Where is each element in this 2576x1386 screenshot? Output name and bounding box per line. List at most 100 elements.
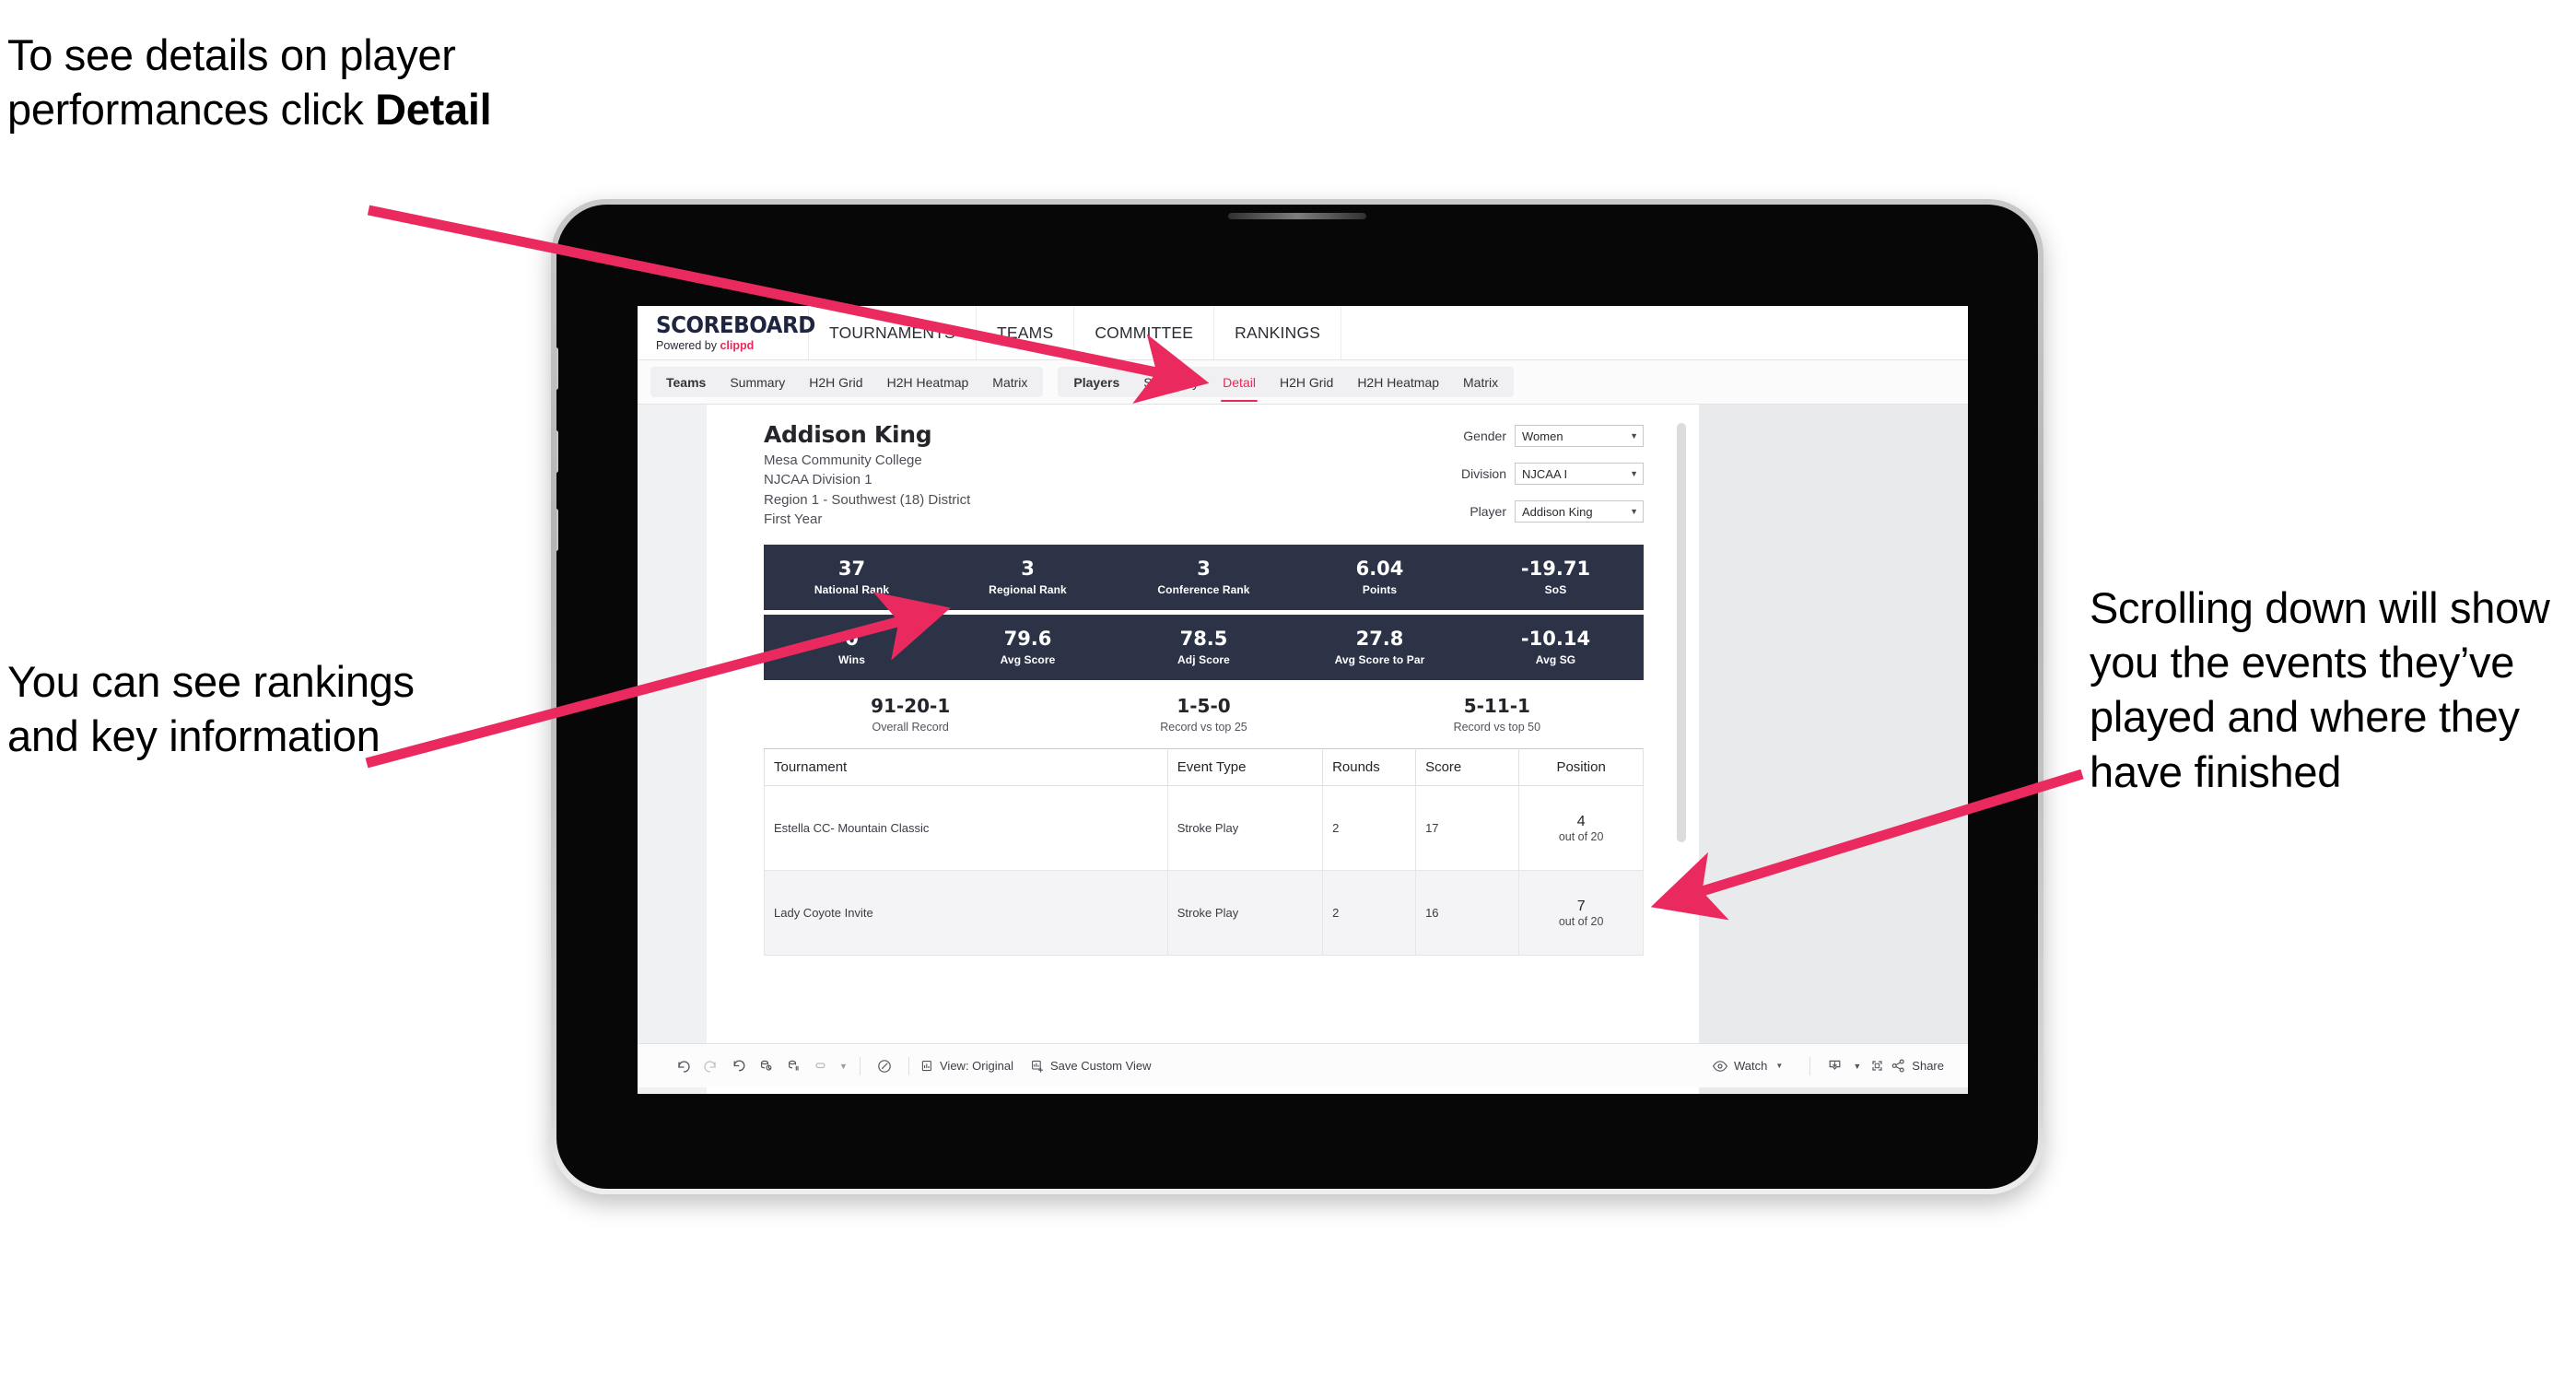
download-dropdown-caret-icon[interactable]: ▼ <box>1848 1054 1863 1078</box>
refresh-data-icon[interactable] <box>752 1054 779 1078</box>
column-header-position[interactable]: Position <box>1518 748 1644 786</box>
record-value: 91-20-1 <box>871 695 951 717</box>
dashboard-canvas: Addison King Mesa Community College NJCA… <box>638 405 1968 1094</box>
stat-points: 6.04 Points <box>1292 558 1468 596</box>
tablet-camera-speaker <box>1228 213 1366 219</box>
stat-wins: 0 Wins <box>764 628 940 666</box>
record-vs-top-50: 5-11-1 Record vs top 50 <box>1351 695 1644 734</box>
chevron-down-icon: ▼ <box>1630 506 1638 516</box>
share-dropdown-caret-icon[interactable]: ▼ <box>835 1054 849 1078</box>
undo-icon[interactable] <box>669 1054 697 1078</box>
stat-value: 0 <box>845 627 859 650</box>
tablet-side-button <box>556 509 558 551</box>
nav-item-tournaments[interactable]: TOURNAMENTS <box>809 306 978 359</box>
tab-players-h2h-grid[interactable]: H2H Grid <box>1268 367 1345 397</box>
teams-tab-group: Teams Summary H2H Grid H2H Heatmap Matri… <box>650 367 1044 397</box>
stat-label: SoS <box>1544 583 1567 597</box>
tab-teams-summary[interactable]: Summary <box>718 367 797 397</box>
player-region: Region 1 - Southwest (18) District <box>764 491 971 508</box>
toolbar-divider <box>860 1056 861 1075</box>
tab-teams-h2h-heatmap[interactable]: H2H Heatmap <box>875 367 981 397</box>
watch-label: Watch <box>1734 1059 1768 1073</box>
table-row[interactable]: Lady Coyote Invite Stroke Play 2 16 7 ou… <box>764 870 1644 956</box>
cell-rounds: 2 <box>1322 870 1417 956</box>
record-label: Overall Record <box>872 721 949 734</box>
column-header-rounds[interactable]: Rounds <box>1322 748 1417 786</box>
record-value: 5-11-1 <box>1463 695 1530 717</box>
nav-item-rankings[interactable]: RANKINGS <box>1214 306 1342 359</box>
tablet-device: SCOREBOARD Powered by clippd TOURNAMENTS… <box>551 199 2043 1194</box>
fullscreen-icon[interactable] <box>1863 1054 1891 1078</box>
filter-division-select[interactable]: NJCAA I ▼ <box>1515 463 1644 485</box>
filter-gender-select[interactable]: Women ▼ <box>1515 425 1644 447</box>
canvas-left-pad <box>638 405 707 1094</box>
save-custom-view-button[interactable]: Save Custom View <box>1030 1059 1152 1074</box>
canvas-right-pad <box>1699 405 1968 1094</box>
cell-rounds: 2 <box>1322 785 1417 871</box>
filter-gender: Gender Women ▼ <box>1461 425 1644 447</box>
tab-players-summary[interactable]: Summary <box>1131 367 1211 397</box>
filter-player-label: Player <box>1469 504 1506 519</box>
chevron-down-icon: ▼ <box>1630 468 1638 478</box>
player-division: NJCAA Division 1 <box>764 472 872 488</box>
tab-players-matrix[interactable]: Matrix <box>1451 367 1510 397</box>
stat-value: 78.5 <box>1179 627 1228 650</box>
share-view-icon[interactable] <box>807 1054 835 1078</box>
table-row[interactable]: Estella CC- Mountain Classic Stroke Play… <box>764 785 1644 871</box>
filter-division-label: Division <box>1460 466 1506 481</box>
tab-players-h2h-heatmap[interactable]: H2H Heatmap <box>1345 367 1451 397</box>
cell-score: 17 <box>1415 785 1520 871</box>
column-header-event-type[interactable]: Event Type <box>1166 748 1324 786</box>
stat-label: Adj Score <box>1177 653 1230 667</box>
redo-icon[interactable] <box>697 1054 724 1078</box>
chevron-down-icon: ▼ <box>1775 1062 1784 1070</box>
stat-label: Regional Rank <box>989 583 1067 597</box>
download-icon[interactable] <box>1821 1054 1848 1078</box>
tab-teams-matrix[interactable]: Matrix <box>980 367 1039 397</box>
share-button[interactable]: Share <box>1891 1058 1944 1074</box>
annotation-mid-left: You can see rankings and key information <box>7 657 415 761</box>
pause-auto-updates-icon[interactable] <box>779 1054 807 1078</box>
stat-conference-rank: 3 Conference Rank <box>1116 558 1292 596</box>
logo-powered-text: Powered by <box>656 339 720 352</box>
column-header-tournament[interactable]: Tournament <box>764 748 1168 786</box>
sub-navigation-tabs: Teams Summary H2H Grid H2H Heatmap Matri… <box>638 360 1968 405</box>
vertical-scrollbar-thumb[interactable] <box>1677 423 1686 842</box>
stats-band-rankings: 37 National Rank 3 Regional Rank 3 Confe… <box>764 545 1644 610</box>
record-vs-top-25: 1-5-0 Record vs top 25 <box>1057 695 1350 734</box>
cell-tournament: Lady Coyote Invite <box>764 870 1168 956</box>
toolbar-divider <box>1809 1056 1811 1075</box>
logo-subtitle: Powered by clippd <box>656 339 808 352</box>
tab-teams-h2h-grid[interactable]: H2H Grid <box>797 367 874 397</box>
watch-button[interactable]: Watch ▼ <box>1712 1059 1783 1073</box>
stat-value: 3 <box>1197 557 1211 580</box>
record-overall: 91-20-1 Overall Record <box>764 695 1057 734</box>
stat-label: Conference Rank <box>1157 583 1250 597</box>
stat-label: Wins <box>838 653 865 667</box>
position-out-of: out of 20 <box>1558 915 1604 929</box>
top-navigation-bar: SCOREBOARD Powered by clippd TOURNAMENTS… <box>638 306 1968 360</box>
stat-adj-score: 78.5 Adj Score <box>1116 628 1292 666</box>
performance-gauge-icon[interactable] <box>871 1054 898 1078</box>
stat-sos: -19.71 SoS <box>1468 558 1644 596</box>
record-value: 1-5-0 <box>1177 695 1231 717</box>
tablet-side-button <box>556 430 558 473</box>
nav-item-committee[interactable]: COMMITTEE <box>1074 306 1215 359</box>
tab-players-detail[interactable]: Detail <box>1211 367 1268 402</box>
cell-position: 4 out of 20 <box>1518 785 1644 871</box>
app-logo[interactable]: SCOREBOARD Powered by clippd <box>638 306 815 359</box>
filter-gender-label: Gender <box>1463 429 1506 443</box>
column-header-score[interactable]: Score <box>1415 748 1520 786</box>
view-original-button[interactable]: View: Original <box>919 1059 1013 1074</box>
chevron-down-icon: ▼ <box>1630 430 1638 440</box>
filter-player-select[interactable]: Addison King ▼ <box>1515 500 1644 523</box>
stat-label: Avg Score to Par <box>1334 653 1425 667</box>
vertical-scrollbar-track[interactable] <box>1677 414 1692 1094</box>
nav-item-teams[interactable]: TEAMS <box>977 306 1075 359</box>
revert-icon[interactable] <box>724 1054 752 1078</box>
stat-value: 6.04 <box>1355 557 1404 580</box>
players-tab-group: Players Summary Detail H2H Grid H2H Heat… <box>1058 367 1515 402</box>
stat-avg-score-to-par: 27.8 Avg Score to Par <box>1292 628 1468 666</box>
records-row: 91-20-1 Overall Record 1-5-0 Record vs t… <box>764 680 1644 748</box>
filter-gender-value: Women <box>1522 429 1563 443</box>
